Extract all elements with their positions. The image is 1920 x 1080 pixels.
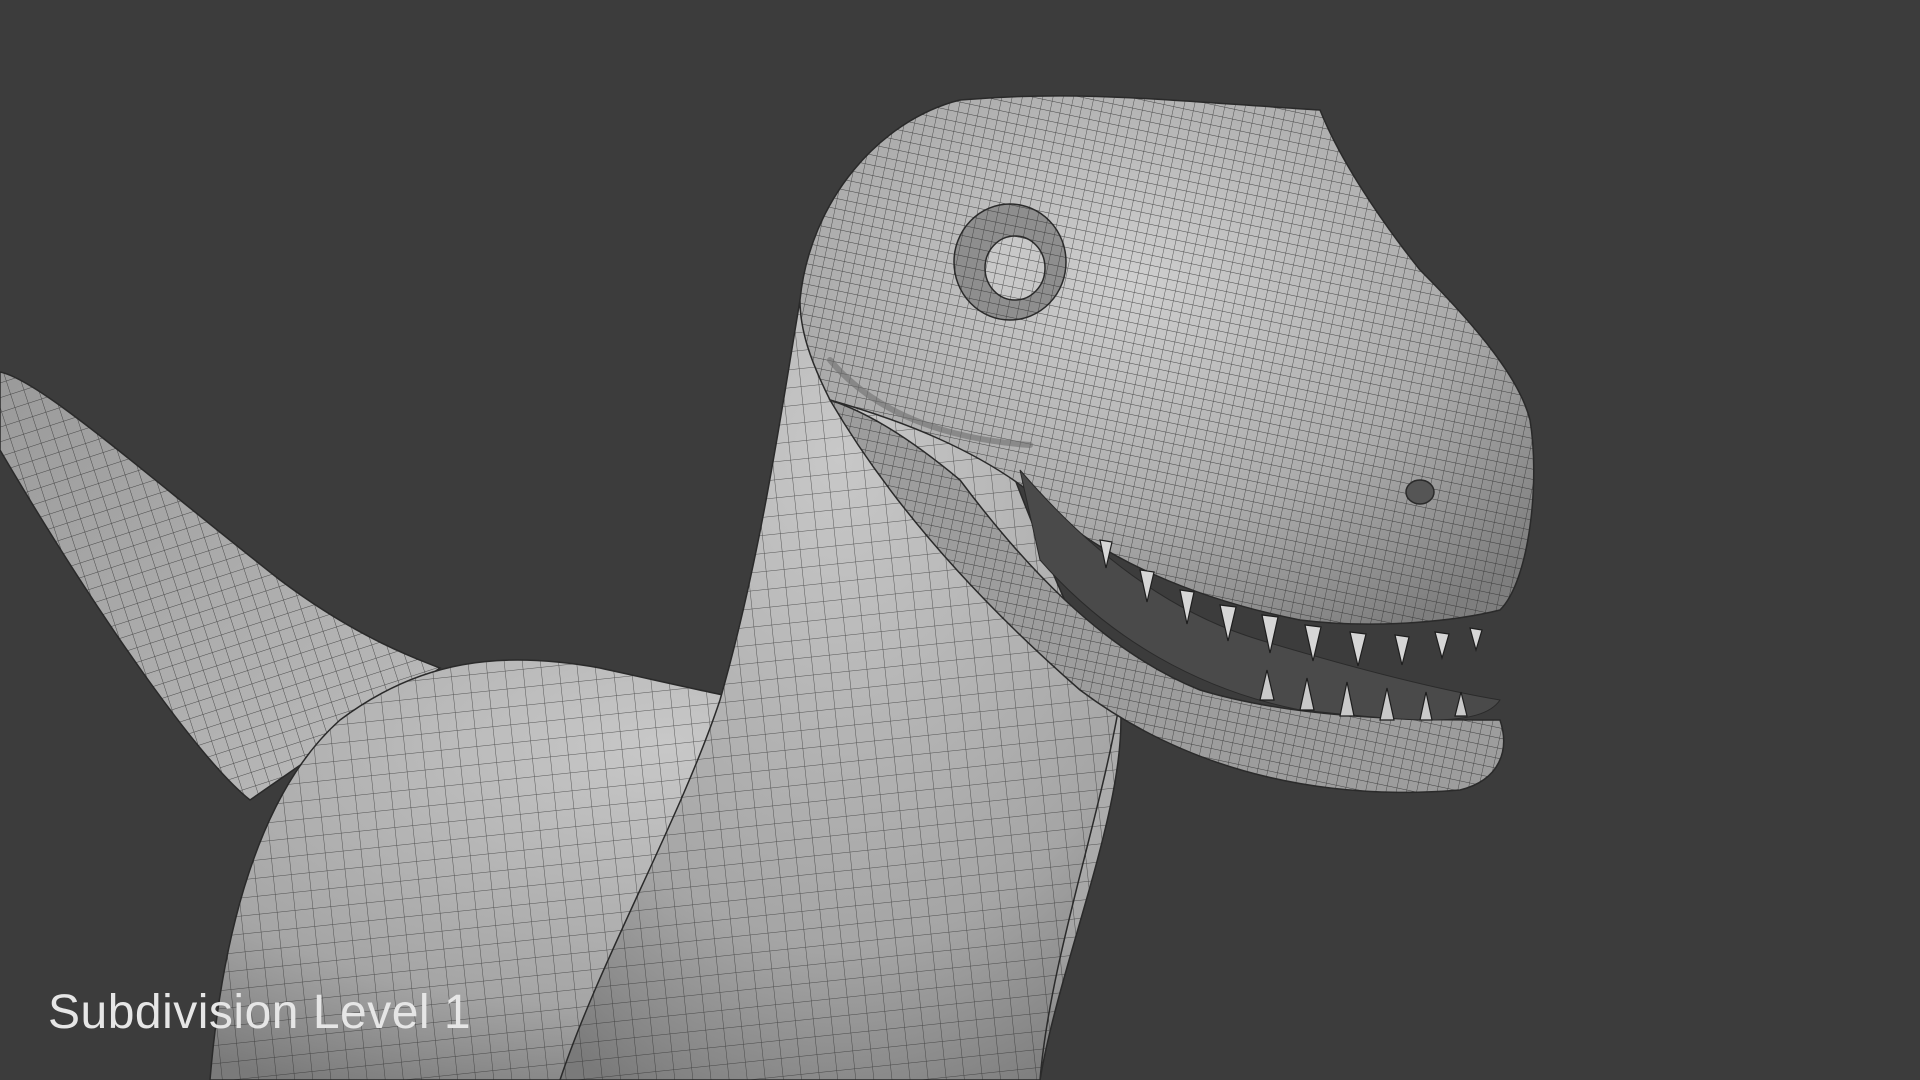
nostril — [1405, 479, 1435, 505]
eye — [953, 203, 1067, 321]
subdivision-level-label: Subdivision Level 1 — [48, 986, 472, 1039]
dinosaur-wireframe-render — [0, 95, 1535, 1080]
render-viewport: Subdivision Level 1 — [0, 0, 1920, 1080]
